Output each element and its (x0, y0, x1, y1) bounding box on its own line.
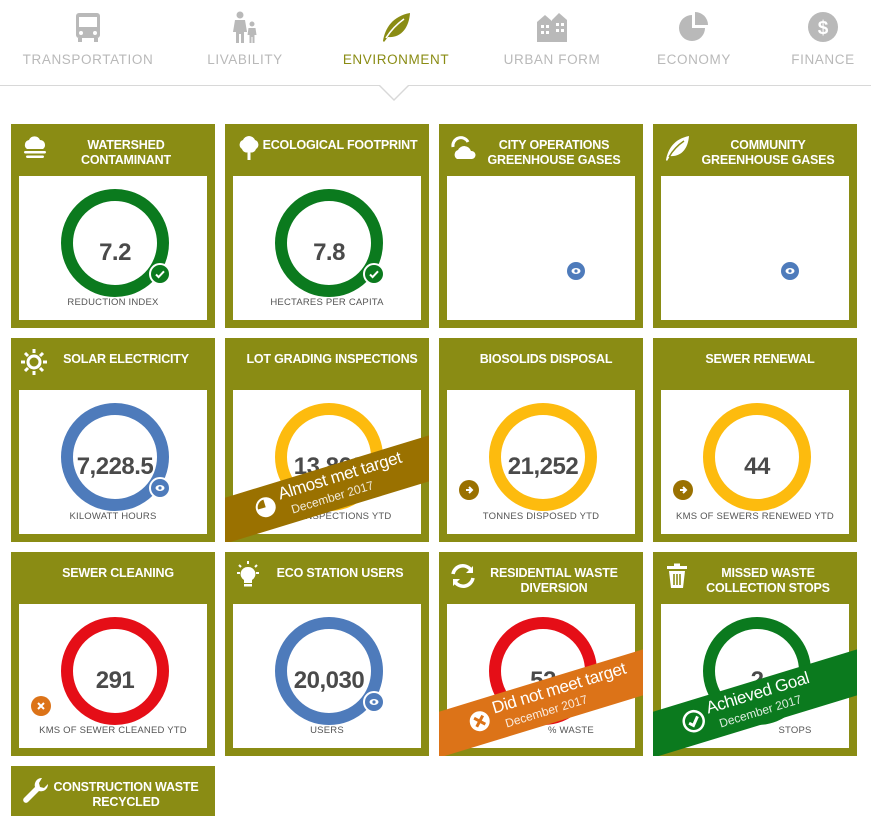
sun-cloud-icon (451, 136, 476, 159)
metric-value: 21,252 (507, 453, 579, 480)
arrow-right-icon (673, 480, 693, 500)
tile-community-greenhouse-gases[interactable]: COMMUNITY GREENHOUSE GASES (653, 124, 857, 328)
metric-unit: STOPS (778, 725, 812, 736)
metric-unit: KMS OF SEWER CLEANED YTD (39, 725, 187, 736)
progress-ring: 44 (703, 403, 811, 511)
wrench-icon (23, 777, 49, 803)
check-icon (149, 263, 171, 285)
metric-unit: REDUCTION INDEX (67, 297, 159, 308)
tile-title: ECOLOGICAL FOOTPRINT (262, 138, 418, 152)
tile-title: COMMUNITY GREENHOUSE GASES (701, 138, 835, 167)
tile-eco-station-users[interactable]: ECO STATION USERS 20,030 USERS (225, 552, 429, 756)
nav-label: LIVABILITY (207, 52, 283, 67)
tile-body: 20,030 USERS (233, 604, 421, 748)
recycle-icon (451, 564, 475, 588)
dollar-icon: $ (808, 12, 838, 42)
tile-title: RESIDENTIAL WASTE DIVERSION (490, 566, 618, 595)
metric-value: 291 (95, 667, 135, 694)
eye-icon[interactable] (149, 477, 171, 499)
tile-title: LOT GRADING INSPECTIONS (246, 352, 418, 366)
tile-title: SOLAR ELECTRICITY (63, 352, 189, 366)
tile-title: MISSED WASTE COLLECTION STOPS (706, 566, 830, 595)
tile-body (661, 176, 849, 320)
tile-watershed-contaminant[interactable]: WATERSHED CONTAMINANT 7.2 REDUCTION INDE… (11, 124, 215, 328)
x-icon (469, 711, 490, 732)
family-icon (233, 11, 257, 43)
leaf-icon (666, 136, 689, 161)
trash-icon (667, 563, 687, 588)
metric-value: 7,228.5 (76, 453, 154, 480)
nav-label: ENVIRONMENT (342, 52, 450, 67)
nav-label: TRANSPORTATION (22, 52, 154, 67)
metric-value: 44 (744, 453, 770, 480)
pie-chart-icon (255, 497, 276, 518)
metric-unit: KMS OF SEWERS RENEWED YTD (676, 511, 834, 522)
cloud-rain-icon (24, 136, 46, 158)
metric-unit: USERS (310, 725, 344, 736)
tile-body: 291 KMS OF SEWER CLEANED YTD (19, 604, 207, 748)
x-icon (31, 696, 51, 716)
tree-icon (239, 136, 259, 160)
metric-value: 20,030 (293, 667, 365, 694)
tile-sewer-cleaning[interactable]: SEWER CLEANING 291 KMS OF SEWER CLEANED … (11, 552, 215, 756)
progress-ring: 21,252 (489, 403, 597, 511)
tile-body: 7.2 REDUCTION INDEX (19, 176, 207, 320)
metric-unit: HECTARES PER CAPITA (270, 297, 384, 308)
buildings-icon (537, 13, 567, 42)
bus-icon (76, 13, 100, 42)
lightbulb-icon (237, 561, 259, 587)
metric-unit: TONNES DISPOSED YTD (482, 511, 600, 522)
nav-item-economy[interactable]: ECONOMY (619, 0, 769, 86)
tile-title: WATERSHED CONTAMINANT (81, 138, 171, 167)
nav-item-finance[interactable]: $ FINANCE (748, 0, 871, 86)
tile-residential-waste-diversion[interactable]: RESIDENTIAL WASTE DIVERSION 52 % WASTE D… (439, 552, 643, 756)
tile-title: CITY OPERATIONS GREENHOUSE GASES (487, 138, 621, 167)
category-nav: TRANSPORTATION LIVABILITY ENVIRONMENT UR… (0, 0, 871, 86)
tile-body: 7,228.5 KILOWATT HOURS (19, 390, 207, 534)
progress-ring: 291 (61, 617, 169, 725)
metric-value: 7.2 (99, 239, 131, 266)
sun-icon (21, 349, 47, 375)
nav-label: FINANCE (791, 52, 855, 67)
metric-unit: KILOWATT HOURS (69, 511, 157, 522)
eye-icon[interactable] (363, 691, 385, 713)
nav-label: ECONOMY (657, 52, 731, 67)
check-icon (682, 709, 705, 733)
nav-label: URBAN FORM (503, 52, 601, 67)
metric-value: 7.8 (313, 239, 345, 266)
tile-city-operations-greenhouse-gases[interactable]: CITY OPERATIONS GREENHOUSE GASES (439, 124, 643, 328)
tile-title: BIOSOLIDS DISPOSAL (479, 352, 613, 366)
nav-item-transportation[interactable]: TRANSPORTATION (13, 0, 163, 86)
arrow-right-icon (459, 480, 479, 500)
tile-body: 7.8 HECTARES PER CAPITA (233, 176, 421, 320)
tile-body (447, 176, 635, 320)
eye-icon[interactable] (567, 262, 585, 280)
tile-body: 44 KMS OF SEWERS RENEWED YTD (661, 390, 849, 534)
tile-construction-waste-recycled[interactable]: CONSTRUCTION WASTE RECYCLED (11, 766, 215, 816)
pie-chart-icon (679, 12, 708, 41)
tile-body: 21,252 TONNES DISPOSED YTD (447, 390, 635, 534)
nav-item-livability[interactable]: LIVABILITY (170, 0, 320, 86)
tile-title: SEWER RENEWAL (705, 352, 815, 366)
eye-icon[interactable] (781, 262, 799, 280)
nav-item-urban-form[interactable]: URBAN FORM (477, 0, 627, 86)
tile-title: ECO STATION USERS (276, 566, 404, 580)
tile-title: CONSTRUCTION WASTE RECYCLED (53, 780, 199, 809)
tile-ecological-footprint[interactable]: ECOLOGICAL FOOTPRINT 7.8 HECTARES PER CA… (225, 124, 429, 328)
nav-item-environment[interactable]: ENVIRONMENT (321, 0, 471, 86)
tile-missed-waste-collection-stops[interactable]: MISSED WASTE COLLECTION STOPS 2 STOPS Ac… (653, 552, 857, 756)
leaf-icon (383, 13, 410, 42)
tile-biosolids-disposal[interactable]: BIOSOLIDS DISPOSAL 21,252 TONNES DISPOSE… (439, 338, 643, 542)
check-icon (363, 263, 385, 285)
tile-title: SEWER CLEANING (62, 566, 174, 580)
svg-text:$: $ (818, 18, 829, 39)
active-indicator (378, 84, 410, 101)
tile-solar-electricity[interactable]: SOLAR ELECTRICITY 7,228.5 KILOWATT HOURS (11, 338, 215, 542)
tile-lot-grading-inspections[interactable]: LOT GRADING INSPECTIONS 13,862 INSPECTIO… (225, 338, 429, 542)
tile-sewer-renewal[interactable]: SEWER RENEWAL 44 KMS OF SEWERS RENEWED Y… (653, 338, 857, 542)
